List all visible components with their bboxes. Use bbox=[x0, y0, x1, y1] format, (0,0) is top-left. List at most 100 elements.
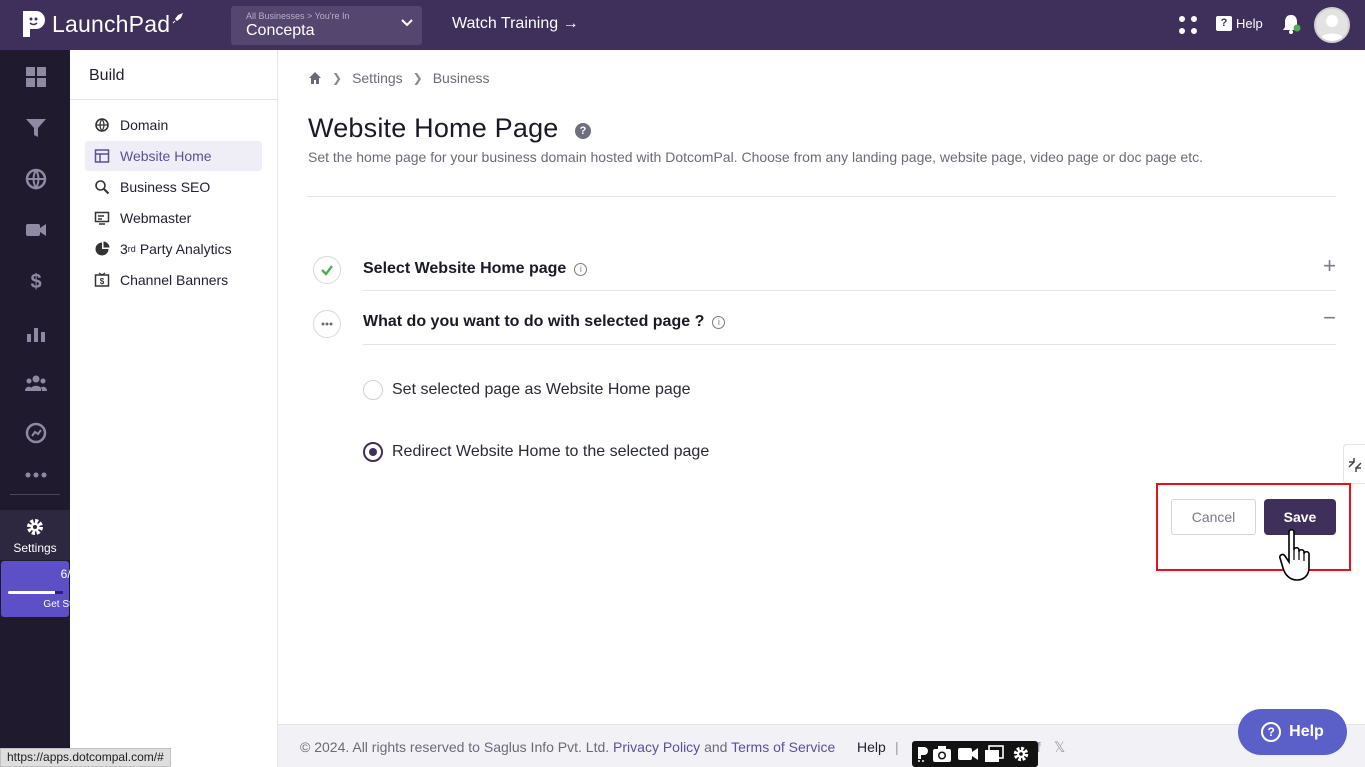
left-icon-rail: $ Settings 6/7 Get Started bbox=[0, 50, 95, 767]
x-twitter-icon[interactable]: 𝕏 bbox=[1054, 739, 1065, 756]
info-icon[interactable]: i bbox=[574, 262, 588, 276]
business-selector-caption: All Businesses > You're In bbox=[246, 11, 350, 21]
cancel-button[interactable]: Cancel bbox=[1171, 499, 1256, 535]
progress-bar-remaining bbox=[55, 591, 63, 594]
hand-cursor-icon bbox=[1279, 528, 1310, 581]
sidebar-item-domain[interactable]: Domain bbox=[85, 110, 262, 140]
sidebar-item-3rd-party-analytics[interactable]: 3rd Party Analytics bbox=[85, 234, 262, 264]
status-bar-url: https://apps.dotcompal.com/# bbox=[0, 748, 171, 767]
camera-icon[interactable] bbox=[932, 745, 952, 763]
rail-divider bbox=[10, 494, 60, 495]
analytics-icon[interactable] bbox=[25, 322, 47, 344]
video-record-icon[interactable] bbox=[957, 745, 979, 763]
chevron-down-icon bbox=[401, 19, 413, 27]
rail-settings[interactable]: Settings bbox=[0, 510, 70, 560]
banner-icon: $ bbox=[94, 272, 110, 287]
terms-link[interactable]: Terms of Service bbox=[731, 739, 835, 755]
get-started-progress[interactable]: 6/7 Get Started bbox=[1, 561, 95, 617]
logo-icon bbox=[23, 11, 45, 37]
avatar[interactable] bbox=[1314, 7, 1350, 43]
build-sidebar: Build Domain Website Home Business SEO W… bbox=[70, 50, 278, 767]
expand-plus-icon[interactable]: + bbox=[1323, 253, 1336, 279]
sidebar-item-label: Party Analytics bbox=[139, 241, 232, 257]
sidebar-item-label: Webmaster bbox=[120, 210, 192, 226]
sidebar-item-channel-banners[interactable]: $ Channel Banners bbox=[85, 265, 262, 295]
radio-selected[interactable] bbox=[363, 442, 383, 462]
floating-help-button[interactable]: ? Help bbox=[1238, 709, 1347, 755]
dashboard-icon[interactable] bbox=[25, 66, 47, 88]
step-selected-page-action[interactable]: What do you want to do with selected pag… bbox=[313, 305, 1336, 345]
user-avatar-icon bbox=[1320, 15, 1344, 41]
business-selector[interactable]: All Businesses > You're In Concepta bbox=[231, 6, 422, 45]
recorder-toolbar bbox=[912, 741, 1038, 767]
team-icon[interactable] bbox=[25, 372, 47, 394]
settings-label: Settings bbox=[13, 541, 57, 555]
step-title-text: What do you want to do with selected pag… bbox=[363, 313, 705, 330]
brand-name: LaunchPad bbox=[52, 10, 171, 37]
recorder-settings-icon[interactable] bbox=[1011, 745, 1031, 763]
more-icon[interactable] bbox=[25, 464, 47, 486]
dollar-icon[interactable]: $ bbox=[25, 270, 47, 292]
copyright-text: © 2024. All rights reserved to Saglus In… bbox=[300, 739, 610, 755]
recorder-logo-icon[interactable] bbox=[916, 745, 930, 763]
footer: © 2024. All rights reserved to Saglus In… bbox=[278, 724, 1365, 767]
sidebar-item-label: Website Home bbox=[120, 148, 212, 164]
business-name: Concepta bbox=[246, 22, 315, 39]
sidebar-item-business-seo[interactable]: Business SEO bbox=[85, 172, 262, 202]
option-label: Redirect Website Home to the selected pa… bbox=[392, 443, 710, 460]
funnel-icon[interactable] bbox=[25, 117, 47, 139]
sidebar-item-website-home[interactable]: Website Home bbox=[85, 141, 262, 171]
search-icon bbox=[95, 180, 110, 195]
build-title: Build bbox=[89, 67, 125, 84]
svg-text:$: $ bbox=[100, 277, 105, 286]
step-title-text: Select Website Home page bbox=[363, 260, 567, 277]
step-select-home-page[interactable]: Select Website Home page i + bbox=[313, 251, 1336, 291]
footer-help-link[interactable]: Help bbox=[857, 739, 886, 755]
layout-icon bbox=[94, 149, 110, 163]
info-icon[interactable]: i bbox=[712, 315, 726, 329]
ellipsis-icon bbox=[321, 322, 333, 326]
svg-text:$: $ bbox=[30, 271, 41, 292]
pie-chart-icon bbox=[95, 241, 110, 256]
option-redirect-home[interactable]: Redirect Website Home to the selected pa… bbox=[363, 442, 709, 462]
sidebar-item-label: Channel Banners bbox=[120, 272, 229, 288]
build-divider bbox=[70, 99, 277, 100]
breadcrumb: ❯ Settings ❯ Business bbox=[308, 70, 490, 86]
globe-icon[interactable] bbox=[25, 168, 47, 190]
launchpad-logo[interactable]: LaunchPad bbox=[20, 9, 184, 39]
window-capture-icon[interactable] bbox=[984, 745, 1004, 763]
main-content: ❯ Settings ❯ Business Website Home Page … bbox=[278, 50, 1365, 724]
side-panel-tab[interactable] bbox=[1343, 444, 1365, 484]
sidebar-item-label-sup: rd bbox=[127, 244, 136, 254]
sidebar-item-webmaster[interactable]: Webmaster bbox=[85, 203, 262, 233]
bell-icon[interactable] bbox=[1281, 13, 1301, 35]
sidebar-item-label-prefix: 3 bbox=[120, 241, 128, 257]
question-icon[interactable]: ? bbox=[575, 123, 591, 139]
progress-bar bbox=[8, 591, 63, 594]
option-label: Set selected page as Website Home page bbox=[392, 381, 691, 398]
video-icon[interactable] bbox=[25, 219, 47, 241]
breadcrumb-settings[interactable]: Settings bbox=[352, 70, 403, 86]
step-status-pending bbox=[313, 310, 341, 338]
radio-unselected[interactable] bbox=[363, 380, 383, 400]
sidebar-item-label: Business SEO bbox=[120, 179, 211, 195]
home-icon[interactable] bbox=[308, 71, 322, 85]
footer-copyright: © 2024. All rights reserved to Saglus In… bbox=[300, 739, 835, 755]
chevron-right-icon: ❯ bbox=[412, 71, 423, 85]
breadcrumb-business[interactable]: Business bbox=[433, 70, 490, 86]
webmaster-icon bbox=[94, 211, 110, 225]
chevron-right-icon: ❯ bbox=[332, 71, 343, 85]
help-label: Help bbox=[1236, 16, 1263, 31]
reports-icon[interactable] bbox=[25, 422, 47, 444]
page-title: Website Home Page bbox=[308, 113, 559, 143]
option-set-as-home[interactable]: Set selected page as Website Home page bbox=[363, 380, 691, 400]
watch-training-link[interactable]: Watch Training → bbox=[452, 15, 579, 33]
help-link[interactable]: ? Help bbox=[1216, 16, 1263, 31]
collapse-minus-icon[interactable]: − bbox=[1323, 305, 1336, 331]
rocket-icon bbox=[172, 13, 184, 24]
privacy-policy-link[interactable]: Privacy Policy bbox=[613, 739, 700, 755]
step-title: Select Website Home page i bbox=[363, 260, 588, 278]
step-title: What do you want to do with selected pag… bbox=[363, 313, 726, 331]
apps-grid-icon[interactable] bbox=[1178, 15, 1198, 35]
sidebar-item-label: Domain bbox=[120, 117, 169, 133]
